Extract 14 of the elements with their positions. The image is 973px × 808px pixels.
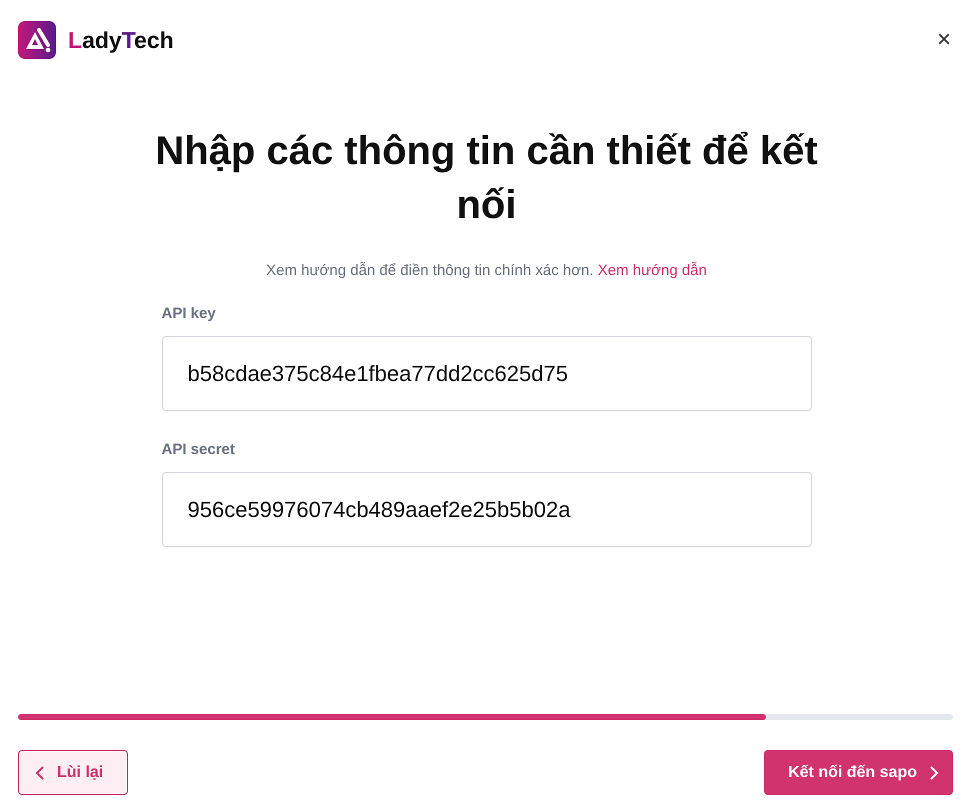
page-title: Nhập các thông tin cần thiết để kết nối	[154, 128, 819, 229]
field-label: API secret	[162, 441, 236, 458]
input-field[interactable]: b58cdae375c84e1fbea77dd2cc625d75	[162, 336, 812, 411]
logo-icon	[18, 21, 56, 59]
input-field[interactable]: 956ce59976074cb489aaef2e25b5b02a	[162, 472, 812, 547]
close-button[interactable]: ×	[932, 26, 955, 54]
connect-button[interactable]: Kết nối đến sapo	[764, 750, 953, 795]
logo-text: LadyTech	[68, 26, 174, 54]
chevron-left-icon	[35, 764, 45, 780]
guide-link[interactable]: Xem hướng dẫn	[598, 262, 707, 279]
hint-text: Xem hướng dẫn để điền thông tin chính xác hơn. Xem hướng dẫn	[266, 262, 707, 279]
field-label: API key	[162, 305, 217, 322]
back-button[interactable]: Lùi lại	[18, 750, 128, 795]
chevron-right-icon	[929, 764, 939, 780]
